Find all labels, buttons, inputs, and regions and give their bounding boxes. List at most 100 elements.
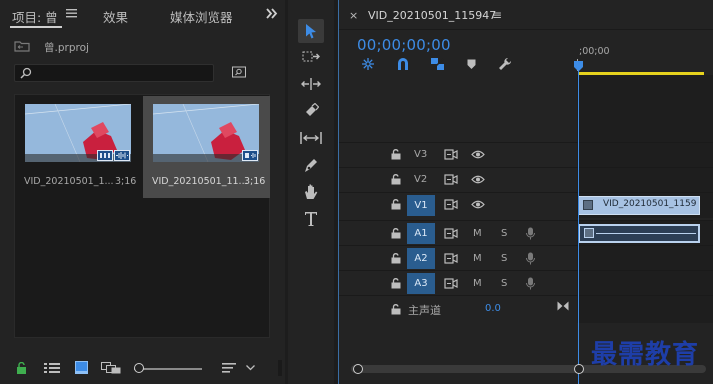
solo-button[interactable]: S — [501, 253, 507, 264]
zoom-slider-handle[interactable] — [134, 363, 144, 373]
scrollbar-handle-left[interactable] — [353, 364, 363, 374]
tab-media-browser[interactable]: 媒体浏览器 — [170, 7, 233, 26]
freeform-view-icon[interactable] — [101, 362, 121, 374]
audio-clip[interactable] — [578, 224, 700, 243]
master-track-end-icon[interactable] — [557, 301, 569, 311]
master-volume-value[interactable]: 0.0 — [485, 303, 501, 314]
pen-tool[interactable] — [298, 153, 324, 177]
audio-badge-icon — [114, 150, 130, 161]
master-track-label: 主声道 — [408, 304, 441, 317]
hamburger-icon[interactable] — [66, 7, 77, 19]
fx-badge-icon — [583, 200, 593, 210]
track-target-v1[interactable]: V1 — [407, 195, 435, 216]
sync-lock-icon[interactable] — [444, 228, 458, 239]
microphone-icon[interactable] — [526, 277, 535, 290]
lock-track-icon[interactable] — [391, 199, 401, 210]
media-item-selected[interactable]: VID_20210501_11... 3;16 — [143, 96, 270, 198]
time-ruler[interactable]: ;00;00 — [577, 30, 713, 75]
playhead-line[interactable] — [578, 62, 579, 384]
clip-duration: 3;16 — [115, 176, 137, 187]
hand-tool[interactable] — [298, 180, 324, 204]
eye-icon[interactable] — [471, 174, 485, 185]
add-marker-icon[interactable] — [467, 59, 476, 70]
lock-track-icon[interactable] — [391, 253, 401, 264]
solo-button[interactable]: S — [501, 228, 507, 239]
lock-track-icon[interactable] — [391, 149, 401, 160]
razor-tool[interactable] — [298, 99, 324, 123]
tab-project[interactable]: 项目: 曾 — [12, 7, 58, 26]
bin-folder-icon — [14, 40, 30, 52]
double-chevron-right-icon[interactable] — [266, 8, 278, 19]
track-v3: V3 — [339, 142, 713, 168]
video-clip[interactable]: VID_20210501_1159 — [578, 196, 700, 215]
sync-lock-icon[interactable] — [444, 174, 458, 185]
media-item[interactable]: VID_20210501_1... 3;16 — [15, 96, 142, 198]
mute-button[interactable]: M — [473, 228, 482, 239]
chevron-down-icon[interactable] — [246, 365, 255, 371]
track-header: A2 M S — [339, 246, 577, 271]
track-label: V3 — [414, 149, 428, 160]
type-tool[interactable] — [298, 207, 324, 231]
list-view-icon[interactable] — [44, 362, 60, 374]
track-lane[interactable] — [577, 246, 713, 271]
nest-toggle-icon[interactable] — [361, 57, 375, 71]
clip-name: VID_20210501_1... — [24, 176, 114, 187]
lock-track-icon[interactable] — [391, 304, 401, 315]
lock-track-icon[interactable] — [391, 174, 401, 185]
sequence-tab[interactable]: VID_20210501_115947 — [368, 9, 496, 22]
project-tab-bar: 项目: 曾 效果 媒体浏览器 — [0, 0, 285, 30]
lock-track-icon[interactable] — [391, 278, 401, 289]
sync-lock-icon[interactable] — [444, 253, 458, 264]
tab-effects[interactable]: 效果 — [103, 7, 128, 26]
track-lane[interactable] — [577, 168, 713, 193]
project-panel: 项目: 曾 效果 媒体浏览器 曾.prproj VID_20210501_1..… — [0, 0, 285, 384]
search-input[interactable] — [14, 64, 214, 82]
tools-panel — [288, 0, 334, 384]
track-header: 主声道 0.0 — [339, 296, 577, 323]
track-target-a2[interactable]: A2 — [407, 248, 435, 269]
close-tab-button[interactable]: × — [349, 9, 358, 22]
video-audio-badge-icon — [242, 150, 258, 161]
snap-magnet-icon[interactable] — [396, 57, 410, 71]
arrow-icon — [305, 23, 317, 39]
lock-track-icon[interactable] — [391, 228, 401, 239]
track-lane — [577, 296, 713, 323]
sync-lock-icon[interactable] — [444, 199, 458, 210]
linked-selection-icon[interactable] — [430, 57, 445, 71]
sync-lock-icon[interactable] — [444, 278, 458, 289]
solo-button[interactable]: S — [501, 278, 507, 289]
track-v1: V1 VID_20210501_1159 — [339, 192, 713, 218]
fx-badge-icon — [584, 228, 594, 238]
new-search-bin-icon[interactable] — [232, 66, 246, 78]
sequence-menu-button[interactable]: ≡ — [492, 8, 502, 22]
eye-icon[interactable] — [471, 149, 485, 160]
mute-button[interactable]: M — [473, 253, 482, 264]
selection-tool[interactable] — [298, 19, 324, 43]
track-lane[interactable] — [577, 271, 713, 296]
ripple-edit-tool[interactable] — [298, 72, 324, 96]
sync-lock-icon[interactable] — [444, 149, 458, 160]
track-lane[interactable] — [577, 221, 713, 246]
zoom-slider-track[interactable] — [134, 368, 202, 370]
microphone-icon[interactable] — [526, 252, 535, 265]
track-lane[interactable] — [577, 143, 713, 168]
track-target-a1[interactable]: A1 — [407, 223, 435, 244]
track-lane[interactable]: VID_20210501_1159 — [577, 193, 713, 218]
scrollbar-handle-right[interactable] — [574, 364, 584, 374]
playhead-timecode[interactable]: 00;00;00;00 — [357, 36, 451, 54]
icon-view-icon[interactable] — [75, 361, 88, 374]
active-tab-underline — [10, 26, 62, 28]
track-select-forward-tool[interactable] — [298, 45, 324, 69]
microphone-icon[interactable] — [526, 227, 535, 240]
pen-icon — [303, 157, 319, 174]
audio-waveform — [596, 233, 696, 234]
mute-button[interactable]: M — [473, 278, 482, 289]
hand-icon — [303, 183, 319, 201]
sort-icon[interactable] — [222, 362, 236, 374]
lock-icon[interactable] — [16, 362, 27, 374]
slip-tool[interactable] — [298, 126, 324, 150]
track-target-a3[interactable]: A3 — [407, 273, 435, 294]
video-badge-icon — [97, 150, 113, 161]
wrench-icon[interactable] — [498, 57, 512, 71]
eye-icon[interactable] — [471, 199, 485, 210]
